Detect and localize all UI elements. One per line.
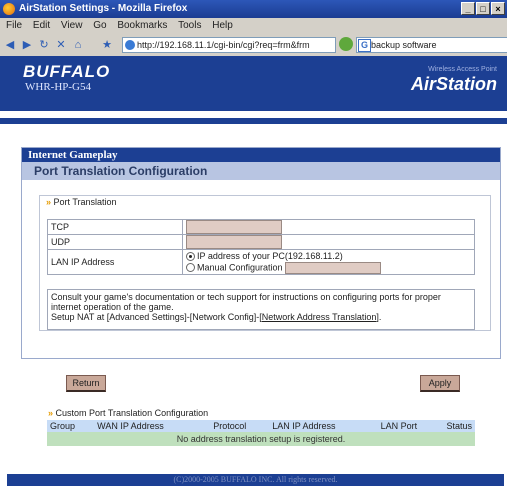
window-titlebar: AirStation Settings - Mozilla Firefox _ … [0,0,507,18]
udp-input[interactable] [186,235,282,249]
radio-selected-icon[interactable] [186,251,195,261]
custom-section-title: » Custom Port Translation Configuration [48,408,209,418]
instructions-note: Consult your game's documentation or tec… [47,289,475,330]
brand-logo: BUFFALO [23,62,111,81]
url-text: http://192.168.11.1/cgi-bin/cgi?req=frm&… [137,40,310,50]
google-icon: G [358,39,371,52]
menu-bar: File Edit View Go Bookmarks Tools Help [0,18,507,34]
product-logo: AirStation [410,74,497,94]
page-title: Internet Gameplay [22,148,500,162]
reload-icon[interactable]: ↻ [37,38,51,52]
header-divider [0,118,507,124]
col-wan-ip: WAN IP Address [94,420,211,432]
apply-button[interactable]: Apply [420,375,460,392]
bookmark-icon[interactable]: ★ [100,38,114,52]
option-manual[interactable]: Manual Configuration [186,261,471,274]
header-banner: BUFFALO WHR-HP-G54 Wireless Access Point… [0,56,507,111]
menu-go[interactable]: Go [93,20,106,31]
menu-edit[interactable]: Edit [33,20,50,31]
menu-bookmarks[interactable]: Bookmarks [117,20,167,31]
model-name: WHR-HP-G54 [25,81,91,93]
nat-link[interactable]: Network Address Translation [262,312,377,322]
note-line2: Setup NAT at [Advanced Settings]-[Networ… [51,312,382,322]
navigation-toolbar: ◀ ▶ ↻ ✕ ⌂ ★ http://192.168.11.1/cgi-bin/… [0,34,507,57]
table-row: No address translation setup is register… [47,432,475,446]
tcp-input[interactable] [186,220,282,234]
col-group: Group [47,420,95,432]
firefox-icon [3,3,15,15]
page-icon [125,40,135,50]
note-line1: Consult your game's documentation or tec… [51,292,441,312]
stop-icon[interactable]: ✕ [54,38,68,52]
col-status: Status [443,420,475,432]
page-subtitle: Port Translation Configuration [22,162,500,180]
col-lan-ip: LAN IP Address [269,420,378,432]
forward-icon[interactable]: ▶ [20,38,34,52]
chevron-right-icon: » [48,408,54,418]
empty-message: No address translation setup is register… [47,432,475,446]
window-controls: _ □ × [461,2,505,15]
port-translation-form: TCP UDP LAN IP Address IP address of you… [47,219,475,275]
custom-translation-table: Group WAN IP Address Protocol LAN IP Add… [47,420,475,446]
go-icon[interactable] [339,37,353,51]
url-bar[interactable]: http://192.168.11.1/cgi-bin/cgi?req=frm&… [122,37,336,53]
menu-view[interactable]: View [61,20,83,31]
option-pc-ip[interactable]: IP address of your PC(192.168.11.2) [186,251,471,262]
menu-tools[interactable]: Tools [178,20,201,31]
maximize-button[interactable]: □ [476,2,490,15]
col-lan-port: LAN Port [377,420,444,432]
copyright-footer: (C)2000-2005 BUFFALO INC. All rights res… [7,474,504,486]
radio-icon[interactable] [186,263,195,272]
window-title: AirStation Settings - Mozilla Firefox [19,3,188,14]
return-button[interactable]: Return [66,375,106,392]
chevron-right-icon: » [46,197,52,207]
table-header: Group WAN IP Address Protocol LAN IP Add… [47,420,475,432]
menu-help[interactable]: Help [212,20,233,31]
close-button[interactable]: × [491,2,505,15]
minimize-button[interactable]: _ [461,2,475,15]
home-icon[interactable]: ⌂ [71,38,85,52]
udp-label: UDP [47,234,183,250]
back-icon[interactable]: ◀ [3,38,17,52]
section-title: » Port Translation [46,197,117,207]
search-text: backup software [371,40,437,50]
menu-file[interactable]: File [6,20,22,31]
manual-ip-input[interactable] [285,261,382,274]
lan-ip-label: LAN IP Address [47,249,183,275]
search-bar[interactable]: G backup software [356,37,507,53]
col-protocol: Protocol [210,420,270,432]
tcp-label: TCP [47,219,183,235]
product-tagline: Wireless Access Point [428,66,497,73]
